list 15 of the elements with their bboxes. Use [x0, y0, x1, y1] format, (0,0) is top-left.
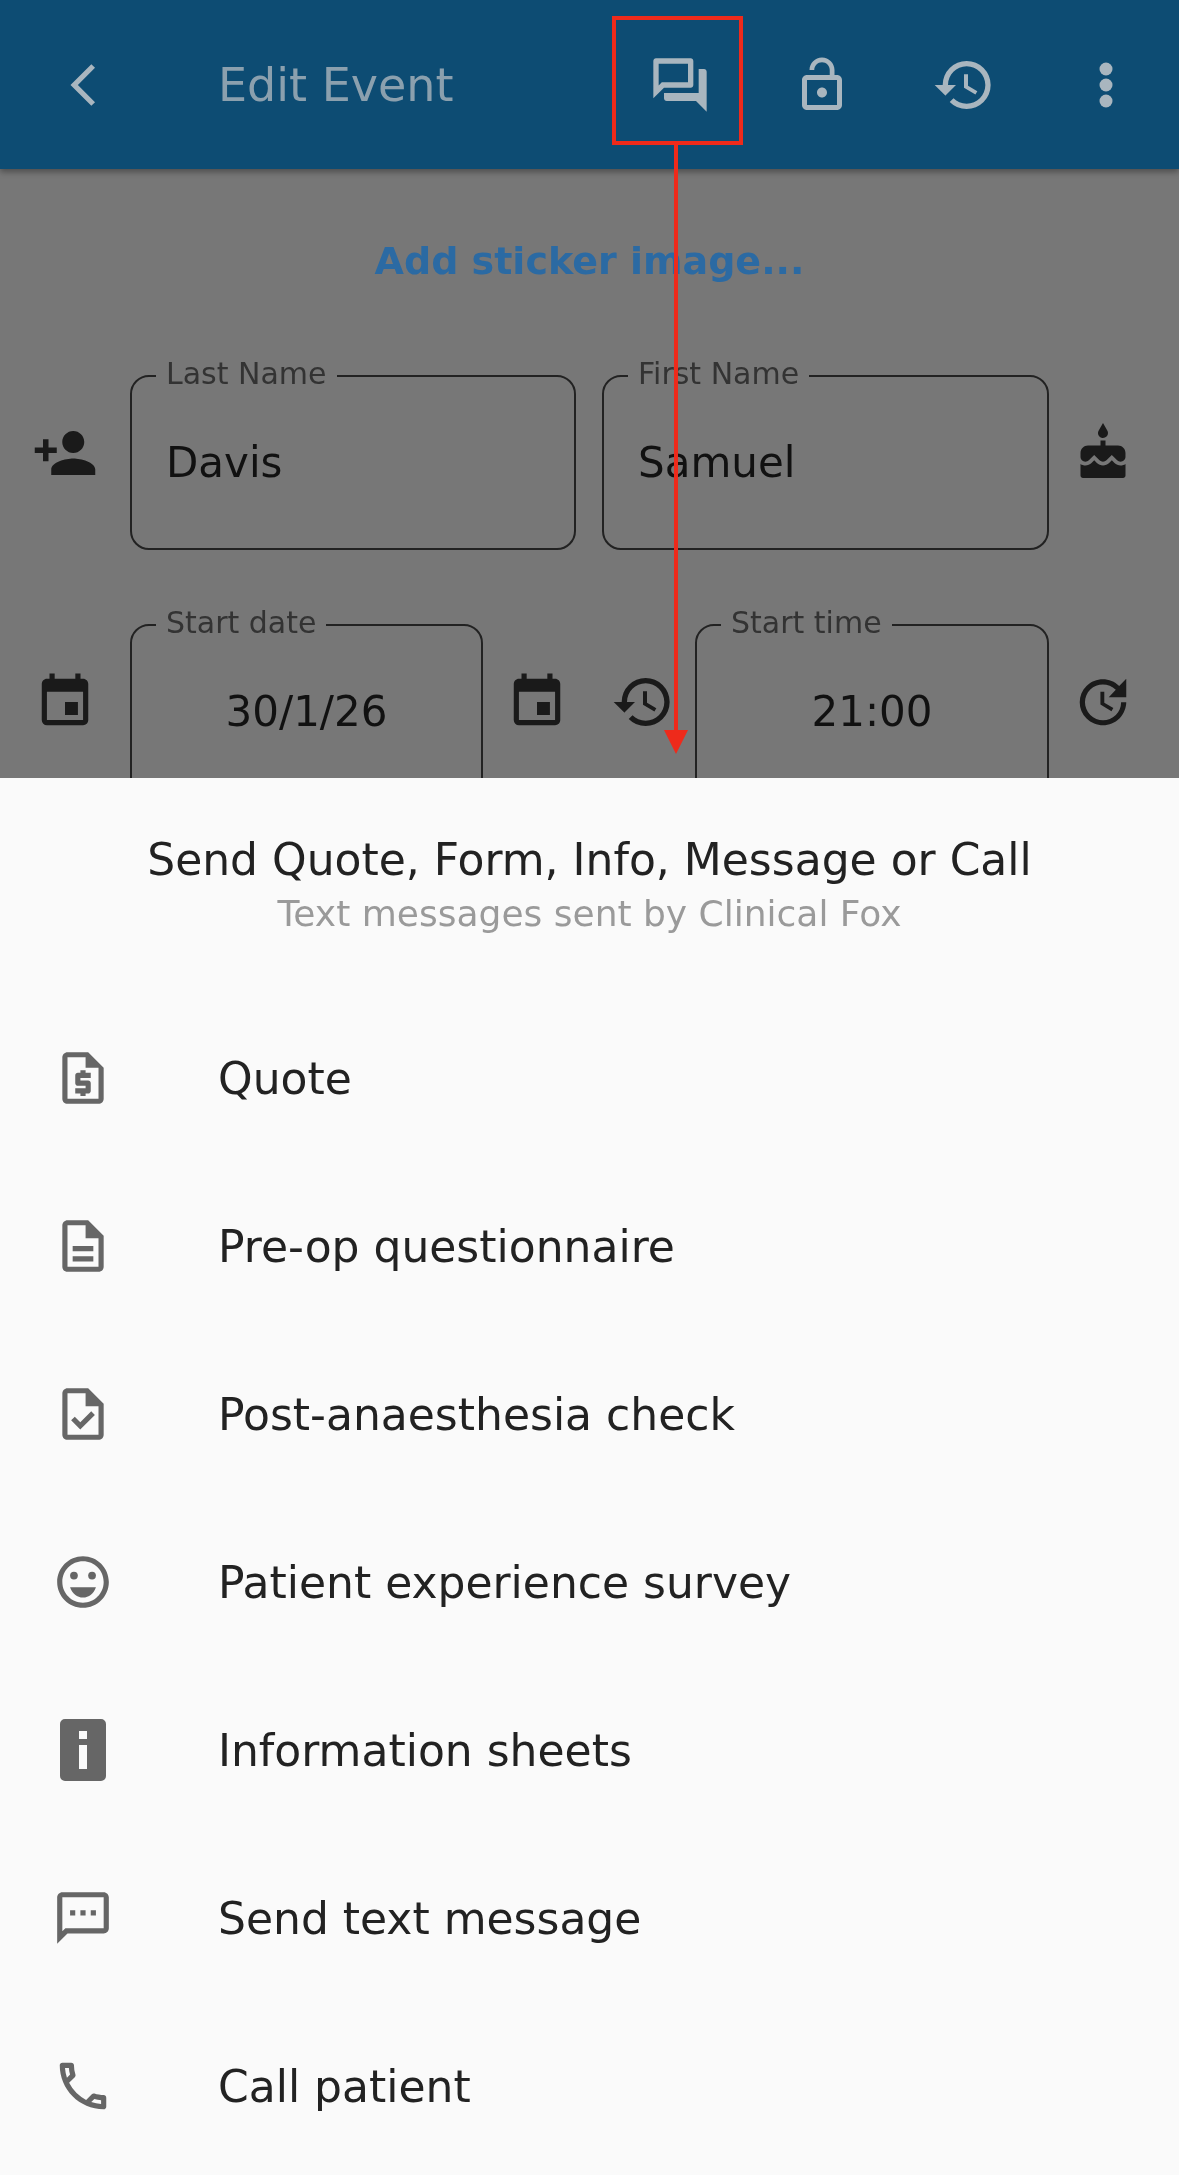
field-value: 30/1/26 [225, 687, 388, 736]
menu-item[interactable]: Information sheets [0, 1666, 1179, 1834]
screen-title: Edit Event [218, 57, 455, 112]
more-icon [1099, 61, 1113, 108]
menu-item[interactable]: Quote [0, 994, 1179, 1162]
menu-item[interactable]: Post-anaesthesia check [0, 1330, 1179, 1498]
sheet-title: Send Quote, Form, Info, Message or Call [146, 834, 1033, 885]
menu-item[interactable]: Call patient [0, 2002, 1179, 2170]
menu-item[interactable]: Pre-op questionnaire [0, 1162, 1179, 1330]
sheet-subtitle: Text messages sent by Clinical Fox [276, 893, 903, 934]
menu-item[interactable]: Send text message [0, 1834, 1179, 2002]
field-value: Davis [166, 438, 283, 487]
info-sheet-icon [60, 1719, 106, 1781]
field-value: 21:00 [811, 687, 933, 736]
menu-item[interactable]: Patient experience survey [0, 1498, 1179, 1666]
